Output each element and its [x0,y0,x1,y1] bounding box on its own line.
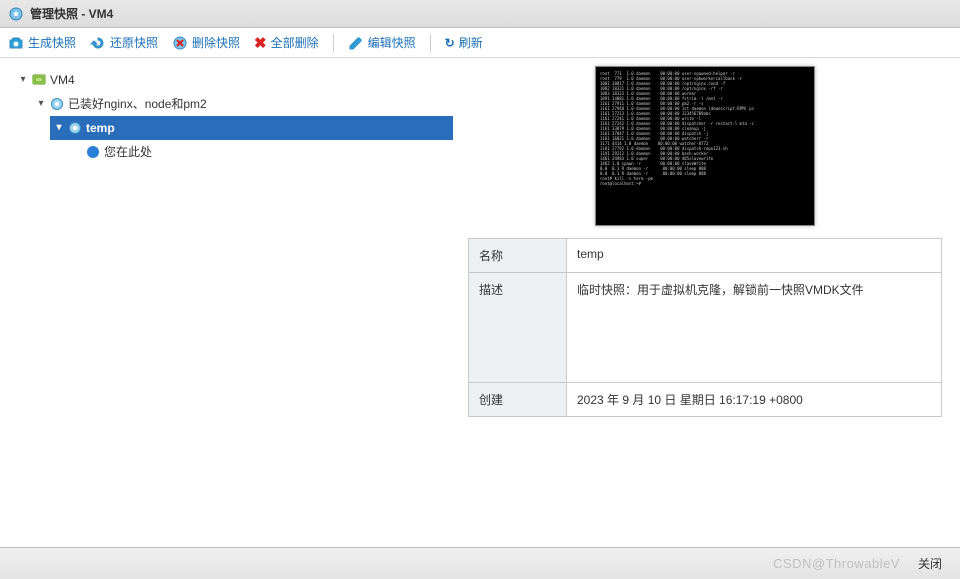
tree-node-you-are-here[interactable]: ▾ 您在此处 [68,140,453,164]
snapshot-preview: root 771 1.0 daemon 00:00:00 user-spawne… [595,66,815,226]
delete-snapshot-label: 删除快照 [192,34,240,51]
you-are-here-icon [86,145,100,159]
snapshot-manager-icon [8,6,24,22]
snapshot-tree: ▾ VM4 ▾ 已装好nginx、node和pm2 [0,58,460,547]
terminal-output: root 771 1.0 daemon 00:00:00 user-spawne… [596,67,814,190]
revert-icon [90,35,106,51]
revert-snapshot-button[interactable]: 还原快照 [90,34,158,51]
watermark: CSDN@ThrowableV [773,556,900,571]
titlebar: 管理快照 - VM4 [0,0,960,28]
tree-caret-icon[interactable]: ▾ [18,69,28,91]
toolbar-separator [430,34,431,52]
window-title: 管理快照 - VM4 [30,5,113,22]
tree-node-snapshot1[interactable]: ▾ 已装好nginx、node和pm2 [32,92,453,116]
tree-node-vm[interactable]: ▾ VM4 [14,68,453,92]
snapshot-icon [50,97,64,111]
delete-icon [172,35,188,51]
tree-node-label: VM4 [50,69,75,91]
toolbar: 生成快照 还原快照 删除快照 ✖ 全部删除 编辑快照 ↻ 刷新 [0,28,960,58]
description-label: 描述 [469,273,567,383]
table-row: 创建 2023 年 9 月 10 日 星期日 16:17:19 +0800 [469,383,942,417]
close-button[interactable]: 关闭 [918,555,942,572]
created-label: 创建 [469,383,567,417]
name-label: 名称 [469,239,567,273]
snapshot-info-table: 名称 temp 描述 临时快照：用于虚拟机克隆，解锁前一快照VMDK文件 创建 … [468,238,942,417]
edit-snapshot-label: 编辑快照 [368,34,416,51]
edit-snapshot-button[interactable]: 编辑快照 [348,34,416,51]
revert-snapshot-label: 还原快照 [110,34,158,51]
footer: CSDN@ThrowableV 关闭 [0,547,960,579]
delete-all-icon: ✖ [254,34,267,52]
table-row: 名称 temp [469,239,942,273]
delete-snapshot-button[interactable]: 删除快照 [172,34,240,51]
detail-pane: root 771 1.0 daemon 00:00:00 user-spawne… [460,58,960,547]
camera-icon [8,35,24,51]
tree-node-label: 您在此处 [104,141,152,163]
take-snapshot-label: 生成快照 [28,34,76,51]
created-value: 2023 年 9 月 10 日 星期日 16:17:19 +0800 [567,383,942,417]
tree-node-temp[interactable]: ▾ temp [50,116,453,140]
refresh-label: 刷新 [459,34,483,51]
tree-caret-icon[interactable]: ▾ [36,93,46,115]
delete-all-label: 全部删除 [271,34,319,51]
edit-icon [348,35,364,51]
snapshot-icon [68,121,82,135]
tree-node-label: 已装好nginx、node和pm2 [68,93,207,115]
refresh-button[interactable]: ↻ 刷新 [445,34,483,51]
vm-icon [32,73,46,87]
toolbar-separator [333,34,334,52]
refresh-icon: ↻ [445,36,455,50]
take-snapshot-button[interactable]: 生成快照 [8,34,76,51]
description-value: 临时快照：用于虚拟机克隆，解锁前一快照VMDK文件 [567,273,942,383]
tree-node-label: temp [86,117,115,139]
tree-caret-icon[interactable]: ▾ [54,117,64,139]
delete-all-button[interactable]: ✖ 全部删除 [254,34,319,52]
content-area: ▾ VM4 ▾ 已装好nginx、node和pm2 [0,58,960,547]
table-row: 描述 临时快照：用于虚拟机克隆，解锁前一快照VMDK文件 [469,273,942,383]
name-value: temp [567,239,942,273]
